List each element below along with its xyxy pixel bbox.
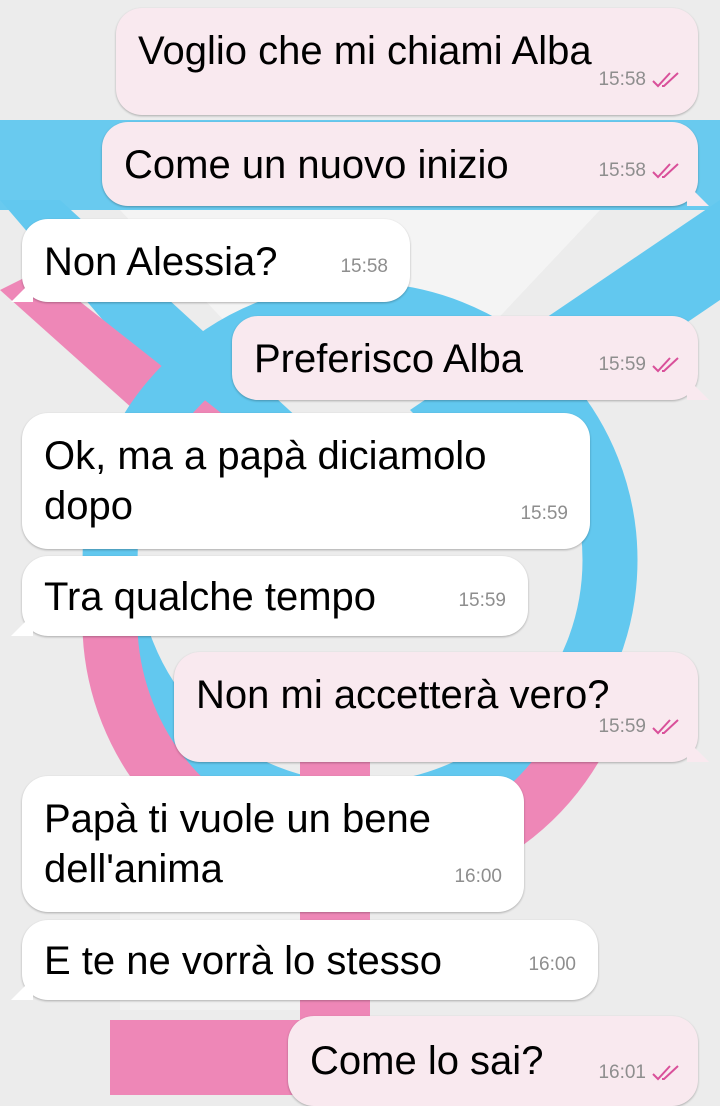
message-time: 15:59 [520, 503, 568, 524]
bubble-tail [687, 378, 709, 400]
message-time: 16:00 [528, 954, 576, 975]
message-time: 15:59 [598, 354, 646, 375]
message-time: 16:00 [454, 866, 502, 887]
message-meta: 15:59 [598, 702, 684, 752]
message-meta: 15:59 [598, 340, 684, 390]
message-bubble-incoming[interactable]: Non Alessia? 15:58 [11, 219, 410, 302]
message-time: 16:01 [598, 1062, 646, 1083]
message-bubble-outgoing[interactable]: Non mi accetterà vero? 15:59 [174, 652, 709, 762]
message-text: Ok, ma a papà diciamolo dopo [44, 434, 487, 528]
message-text: Preferisco Alba [254, 337, 524, 381]
message-meta: 15:58 [340, 242, 388, 292]
message-time: 15:58 [598, 69, 646, 90]
read-ticks-icon [652, 719, 679, 735]
bubble-tail [687, 740, 709, 762]
message-time: 15:58 [340, 256, 388, 277]
bubble-tail [687, 184, 709, 206]
message-meta: 15:58 [598, 55, 684, 105]
message-bubble-incoming[interactable]: Ok, ma a papà diciamolo dopo 15:59 [22, 413, 590, 549]
bubble-tail [11, 614, 33, 636]
message-text: Tra qualche tempo [44, 575, 377, 619]
message-meta: 16:00 [454, 852, 502, 902]
message-bubble-incoming[interactable]: Tra qualche tempo 15:59 [11, 556, 528, 636]
message-text: Come lo sai? [310, 1039, 544, 1083]
message-meta: 15:59 [458, 576, 506, 626]
message-meta: 15:58 [598, 146, 684, 196]
message-time: 15:58 [598, 160, 646, 181]
message-text: Non Alessia? [44, 240, 278, 284]
message-text: E te ne vorrà lo stesso [44, 939, 442, 983]
message-bubble-outgoing[interactable]: Come un nuovo inizio 15:58 [102, 122, 709, 206]
chat-message-list[interactable]: Voglio che mi chiami Alba 15:58 Come un … [0, 0, 720, 1106]
message-bubble-outgoing[interactable]: Come lo sai? 16:01 [288, 1016, 698, 1106]
message-meta: 15:59 [520, 489, 568, 539]
message-bubble-outgoing[interactable]: Preferisco Alba 15:59 [232, 316, 709, 400]
message-text: Voglio che mi chiami Alba [138, 29, 592, 73]
read-ticks-icon [652, 163, 679, 179]
read-ticks-icon [652, 357, 679, 373]
message-bubble-incoming[interactable]: Papà ti vuole un bene dell'anima 16:00 [22, 776, 524, 912]
message-text: Non mi accetterà vero? [196, 673, 610, 717]
message-time: 15:59 [458, 590, 506, 611]
bubble-tail [11, 280, 33, 302]
message-meta: 16:00 [528, 940, 576, 990]
bubble-tail [11, 978, 33, 1000]
message-time: 15:59 [598, 716, 646, 737]
message-bubble-outgoing[interactable]: Voglio che mi chiami Alba 15:58 [116, 8, 698, 115]
message-meta: 16:01 [598, 1048, 684, 1098]
message-text: Come un nuovo inizio [124, 143, 509, 187]
message-bubble-incoming[interactable]: E te ne vorrà lo stesso 16:00 [11, 920, 598, 1000]
message-text: Papà ti vuole un bene dell'anima [44, 797, 431, 891]
read-ticks-icon [652, 1065, 679, 1081]
read-ticks-icon [652, 72, 679, 88]
